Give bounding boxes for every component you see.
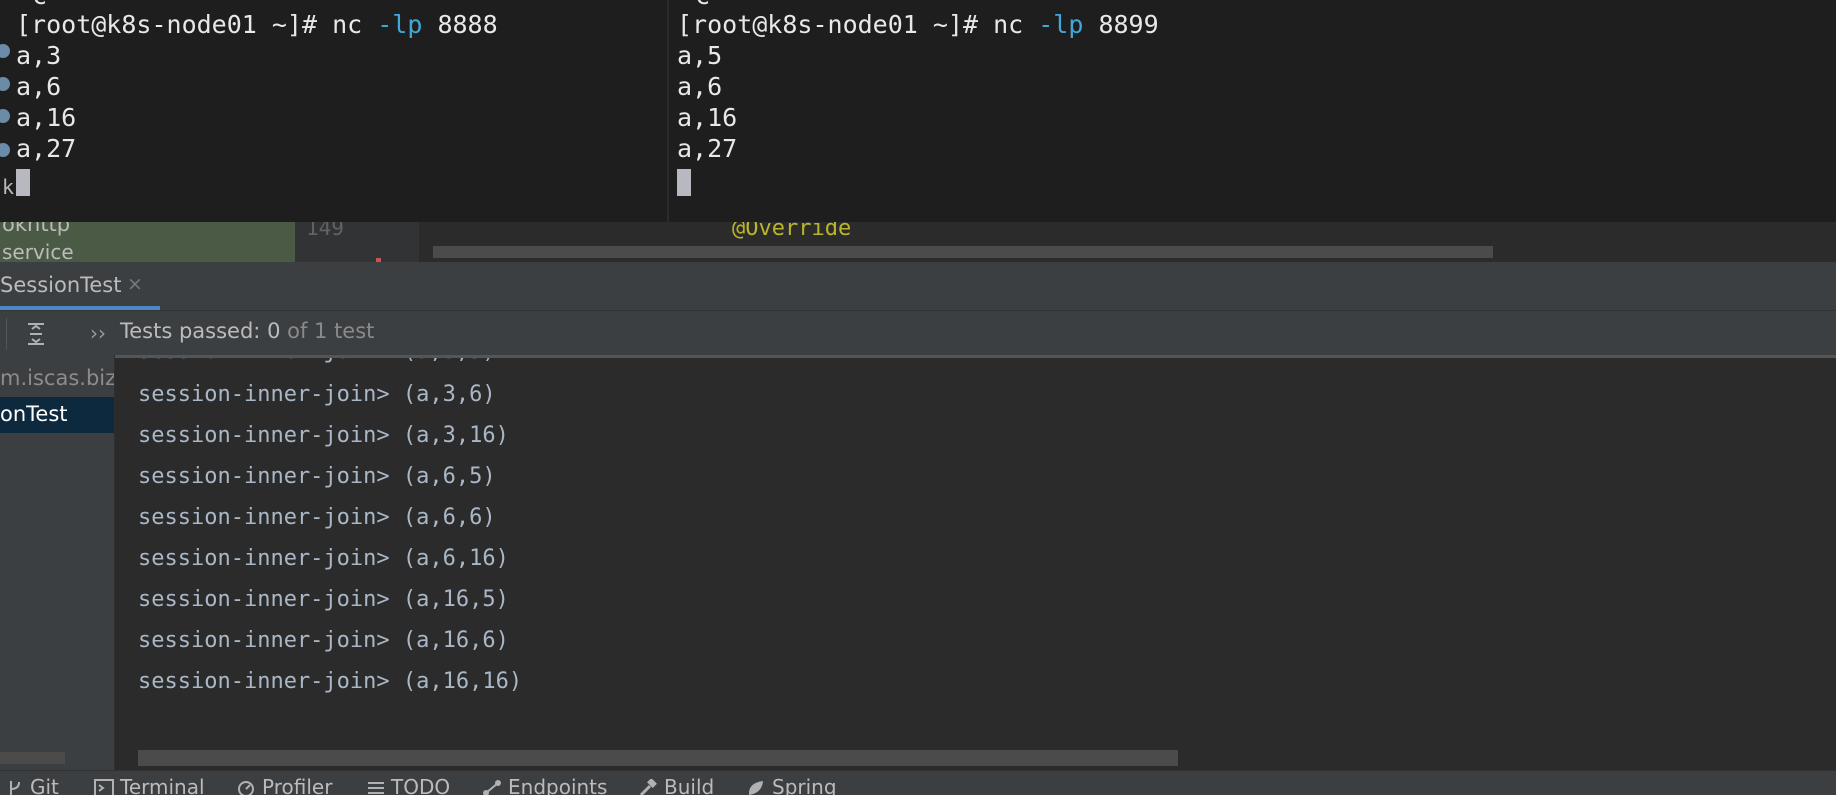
console-line: session-inner-join> (a,6,16) <box>138 546 509 571</box>
prompt-text: [root@k8s-node01 ~]# nc <box>16 10 378 39</box>
tool-spring-label: Spring <box>772 775 837 795</box>
tool-git-label: Git <box>30 775 59 795</box>
console-line: session-inner-join> (a,16,5) <box>138 587 509 612</box>
tool-spring[interactable]: Spring <box>746 775 837 795</box>
tool-build-label: Build <box>664 775 715 795</box>
tests-status-suffix: of 1 test <box>280 319 375 343</box>
tab-label: SessionTest <box>0 273 122 297</box>
terminal-input-line: a,6 <box>16 72 62 101</box>
bottom-tool-stripe: Git Terminal Profiler TODO Endpoints Bui… <box>0 770 1836 795</box>
tab-session-test[interactable]: SessionTest × <box>0 262 160 310</box>
terminal-window-8888[interactable]: c [root@k8s-node01 ~]# nc -lp 8888 a,3 a… <box>0 0 667 222</box>
tests-passed-count: 0 <box>267 319 281 343</box>
profiler-icon <box>238 781 254 795</box>
console-horizontal-scrollbar[interactable] <box>138 750 1178 766</box>
active-tab-indicator <box>0 306 160 310</box>
console-top-border <box>115 355 1836 358</box>
editor-horizontal-scrollbar[interactable] <box>433 246 1493 258</box>
bookmark-icon <box>0 77 10 91</box>
console-line: session-inner-join> (a,6,6) <box>138 505 496 530</box>
tool-profiler-label: Profiler <box>262 775 333 795</box>
terminal-window-8899[interactable]: c [root@k8s-node01 ~]# nc -lp 8899 a,5 a… <box>669 0 1836 222</box>
tool-profiler[interactable]: Profiler <box>236 775 332 795</box>
tool-endpoints-label: Endpoints <box>508 775 608 795</box>
bookmark-icon <box>0 44 10 58</box>
tests-status-prefix: Tests passed: <box>120 319 268 343</box>
port-text: 8888 <box>422 10 498 39</box>
project-item-k[interactable]: k <box>2 175 14 199</box>
terminal-icon <box>94 779 114 795</box>
command-flag: -lp <box>377 10 423 39</box>
run-tab-bar <box>0 262 1836 311</box>
terminal-input-line: a,3 <box>16 41 62 70</box>
terminal-cursor <box>677 169 691 196</box>
terminal-command: [root@k8s-node01 ~]# nc -lp 8888 <box>16 10 498 39</box>
tool-terminal[interactable]: Terminal <box>94 775 205 795</box>
prompt-text: [root@k8s-node01 ~]# nc <box>677 10 1039 39</box>
tree-item-label: onTest <box>0 402 68 426</box>
build-icon <box>639 778 657 795</box>
terminal-input-line: a,5 <box>677 41 723 70</box>
tests-status: Tests passed: 0 of 1 test <box>120 319 374 343</box>
spring-icon <box>748 781 763 795</box>
scrolled-line-fragment: c <box>695 0 710 10</box>
scrolled-line-fragment: c <box>32 0 47 10</box>
tool-git[interactable]: Git <box>6 775 59 795</box>
terminal-input-line: a,6 <box>677 72 723 101</box>
console-line: session-inner-join> (a,3,16) <box>138 423 509 448</box>
toolbar-overflow-icon[interactable]: ›› <box>90 321 106 345</box>
tree-item-selected[interactable]: onTest <box>0 397 114 433</box>
scroll-to-end-icon <box>28 323 44 345</box>
console-line: session-inner-join> (a,3,6) <box>138 382 496 407</box>
tree-horizontal-scrollbar[interactable] <box>0 752 65 764</box>
port-text: 8899 <box>1083 10 1159 39</box>
scroll-to-end-button[interactable] <box>20 318 52 350</box>
tool-endpoints[interactable]: Endpoints <box>482 775 607 795</box>
console-line: session-inner-join> (a,16,16) <box>138 669 523 694</box>
terminal-input-line: a,27 <box>16 134 77 163</box>
endpoints-icon <box>483 780 501 795</box>
terminal-cursor <box>16 169 30 196</box>
tool-todo-label: TODO <box>391 775 451 795</box>
test-tree: m.iscas.biz.t onTest <box>0 355 114 770</box>
terminal-input-line: a,27 <box>677 134 738 163</box>
todo-icon <box>368 782 384 794</box>
terminal-command: [root@k8s-node01 ~]# nc -lp 8899 <box>677 10 1159 39</box>
bookmark-icon <box>0 109 10 123</box>
console-line: session-inner-join> (a,6,5) <box>138 464 496 489</box>
tree-item-package[interactable]: m.iscas.biz.t <box>0 366 114 390</box>
console-output[interactable]: session-inner-join> (a,3,5) session-inne… <box>115 355 1836 770</box>
bookmark-icon <box>0 143 10 157</box>
project-item-service[interactable]: service <box>2 240 74 264</box>
tool-todo[interactable]: TODO <box>367 775 450 795</box>
tool-build[interactable]: Build <box>638 775 714 795</box>
close-icon[interactable]: × <box>127 273 143 295</box>
tool-terminal-label: Terminal <box>120 775 205 795</box>
console-line: session-inner-join> (a,16,6) <box>138 628 509 653</box>
terminal-input-line: a,16 <box>677 103 738 132</box>
toolbar-divider <box>6 318 7 350</box>
command-flag: -lp <box>1038 10 1084 39</box>
git-icon <box>10 781 20 795</box>
terminal-input-line: a,16 <box>16 103 77 132</box>
